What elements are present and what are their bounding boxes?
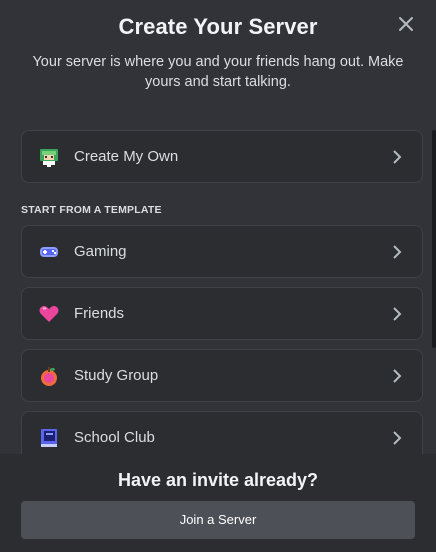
chevron-right-icon (392, 430, 402, 446)
chevron-right-icon (392, 244, 402, 260)
option-label: Friends (74, 305, 125, 322)
template-study-group-button[interactable]: Study Group (21, 349, 423, 402)
modal-subtitle: Your server is where you and your friend… (32, 54, 404, 90)
option-label: School Club (74, 429, 155, 446)
scrollbar[interactable] (432, 130, 436, 348)
option-label: Create My Own (74, 148, 179, 165)
template-school-club-button[interactable]: School Club (21, 411, 423, 454)
chevron-right-icon (392, 368, 402, 384)
template-gaming-button[interactable]: Gaming (21, 225, 423, 278)
modal-title: Create Your Server (118, 14, 318, 39)
option-label: Study Group (74, 367, 159, 384)
section-label: START FROM A TEMPLATE (21, 204, 162, 216)
options-list[interactable]: Create My Own START FROM A TEMPLATE Gami… (0, 118, 436, 454)
template-friends-button[interactable]: Friends (21, 287, 423, 340)
book-icon (38, 427, 60, 449)
footer: Have an invite already? Join a Server (0, 454, 436, 552)
chevron-right-icon (392, 306, 402, 322)
join-server-button[interactable]: Join a Server (21, 501, 415, 539)
gamepad-icon (38, 241, 60, 263)
apple-icon (38, 365, 60, 387)
create-my-own-button[interactable]: Create My Own (21, 130, 423, 183)
create-server-modal: Create Your Server Your server is where … (0, 0, 436, 552)
chevron-right-icon (392, 149, 402, 165)
heart-icon (38, 303, 60, 325)
option-label: Gaming (74, 243, 127, 260)
footer-title: Have an invite already? (117, 470, 319, 490)
create-server-icon (38, 146, 60, 168)
